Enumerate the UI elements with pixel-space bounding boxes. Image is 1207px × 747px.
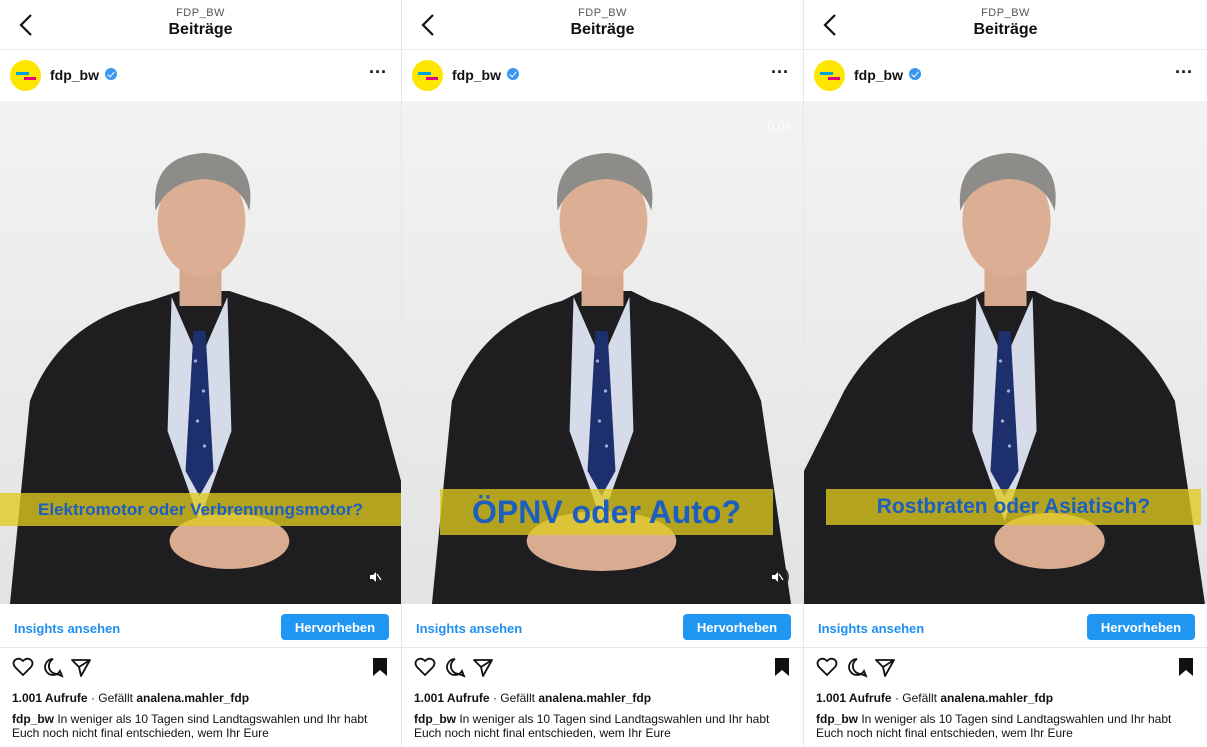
account-subtitle: FDP_BW xyxy=(981,7,1030,19)
caption-overlay: Elektromotor oder Verbrennungsmotor? xyxy=(0,493,401,526)
stats-line: 1.001 Aufrufe · Gefällt analena.mahler_f… xyxy=(816,691,1053,705)
more-options-icon[interactable]: ··· xyxy=(771,62,789,83)
page-title: Beiträge xyxy=(168,21,233,38)
verified-badge-icon xyxy=(105,68,117,80)
views-count: 1.001 Aufrufe xyxy=(12,691,88,705)
account-handle[interactable]: fdp_bw xyxy=(452,67,501,83)
account-handle[interactable]: fdp_bw xyxy=(50,67,99,83)
more-options-icon[interactable]: ··· xyxy=(369,62,387,83)
share-icon[interactable] xyxy=(874,656,896,678)
comment-icon[interactable] xyxy=(444,656,466,678)
account-subtitle: FDP_BW xyxy=(176,7,225,19)
heart-icon[interactable] xyxy=(12,656,34,678)
share-icon[interactable] xyxy=(472,656,494,678)
insights-link[interactable]: Insights ansehen xyxy=(818,621,924,636)
caption-overlay: Rostbraten oder Asiatisch? xyxy=(826,489,1201,525)
post-caption: fdp_bw In weniger als 10 Tagen sind Land… xyxy=(12,712,392,740)
insights-link[interactable]: Insights ansehen xyxy=(416,621,522,636)
insights-bar: Insights ansehen Hervorheben xyxy=(804,604,1207,648)
highlight-button[interactable]: Hervorheben xyxy=(683,614,791,640)
video-player[interactable]: Rostbraten oder Asiatisch? xyxy=(804,101,1207,604)
liked-prefix: Gefällt xyxy=(500,691,535,705)
post-caption: fdp_bw In weniger als 10 Tagen sind Land… xyxy=(414,712,794,740)
avatar[interactable] xyxy=(412,60,443,91)
caption-text: In weniger als 10 Tagen sind Landtagswah… xyxy=(414,712,770,740)
bookmark-icon[interactable] xyxy=(369,656,387,678)
verified-badge-icon xyxy=(909,68,921,80)
separator: · xyxy=(894,691,899,705)
video-timer: 0:06 xyxy=(767,119,791,133)
liked-by[interactable]: analena.mahler_fdp xyxy=(538,691,651,705)
insights-link[interactable]: Insights ansehen xyxy=(14,621,120,636)
page-title: Beiträge xyxy=(973,21,1038,38)
avatar[interactable] xyxy=(814,60,845,91)
more-options-icon[interactable]: ··· xyxy=(1175,62,1193,83)
post-header: fdp_bw ··· xyxy=(402,50,803,100)
avatar[interactable] xyxy=(10,60,41,91)
insights-bar: Insights ansehen Hervorheben xyxy=(0,604,401,648)
page-title: Beiträge xyxy=(570,21,635,38)
top-bar: FDP_BW Beiträge xyxy=(402,0,803,50)
caption-text: In weniger als 10 Tagen sind Landtagswah… xyxy=(816,712,1172,740)
comment-icon[interactable] xyxy=(846,656,868,678)
share-icon[interactable] xyxy=(70,656,92,678)
top-bar: FDP_BW Beiträge xyxy=(0,0,401,50)
post-header: fdp_bw ··· xyxy=(804,50,1207,100)
screens-row: FDP_BW Beiträge fdp_bw ··· Elektromotor … xyxy=(0,0,1207,747)
bookmark-icon[interactable] xyxy=(1175,656,1193,678)
caption-user[interactable]: fdp_bw xyxy=(816,712,858,726)
account-handle[interactable]: fdp_bw xyxy=(854,67,903,83)
action-bar xyxy=(0,652,401,684)
caption-user[interactable]: fdp_bw xyxy=(12,712,54,726)
highlight-button[interactable]: Hervorheben xyxy=(1087,614,1195,640)
video-player[interactable]: 0:06 ÖPNV oder Auto? xyxy=(402,101,803,604)
mute-icon[interactable] xyxy=(765,565,789,589)
verified-badge-icon xyxy=(507,68,519,80)
heart-icon[interactable] xyxy=(414,656,436,678)
separator: · xyxy=(492,691,497,705)
caption-overlay: ÖPNV oder Auto? xyxy=(440,489,773,535)
video-frame xyxy=(9,153,401,604)
caption-text: In weniger als 10 Tagen sind Landtagswah… xyxy=(12,712,368,740)
post-screen-1: FDP_BW Beiträge fdp_bw ··· Elektromotor … xyxy=(0,0,402,747)
account-subtitle: FDP_BW xyxy=(578,7,627,19)
separator: · xyxy=(90,691,95,705)
caption-user[interactable]: fdp_bw xyxy=(414,712,456,726)
post-screen-3: FDP_BW Beiträge fdp_bw ··· Rostbraten od… xyxy=(804,0,1207,747)
views-count: 1.001 Aufrufe xyxy=(816,691,892,705)
video-frame xyxy=(804,153,1205,604)
mute-icon[interactable] xyxy=(363,565,387,589)
views-count: 1.001 Aufrufe xyxy=(414,691,490,705)
post-header: fdp_bw ··· xyxy=(0,50,401,100)
highlight-button[interactable]: Hervorheben xyxy=(281,614,389,640)
bookmark-icon[interactable] xyxy=(771,656,789,678)
liked-prefix: Gefällt xyxy=(902,691,937,705)
stats-line: 1.001 Aufrufe · Gefällt analena.mahler_f… xyxy=(414,691,651,705)
post-screen-2: FDP_BW Beiträge fdp_bw ··· 0:06 ÖPNV ode… xyxy=(402,0,804,747)
action-bar xyxy=(804,652,1207,684)
liked-prefix: Gefällt xyxy=(98,691,133,705)
action-bar xyxy=(402,652,803,684)
stats-line: 1.001 Aufrufe · Gefällt analena.mahler_f… xyxy=(12,691,249,705)
liked-by[interactable]: analena.mahler_fdp xyxy=(940,691,1053,705)
top-bar: FDP_BW Beiträge xyxy=(804,0,1207,50)
insights-bar: Insights ansehen Hervorheben xyxy=(402,604,803,648)
video-player[interactable]: Elektromotor oder Verbrennungsmotor? xyxy=(0,101,401,604)
comment-icon[interactable] xyxy=(42,656,64,678)
post-caption: fdp_bw In weniger als 10 Tagen sind Land… xyxy=(816,712,1196,740)
heart-icon[interactable] xyxy=(816,656,838,678)
liked-by[interactable]: analena.mahler_fdp xyxy=(136,691,249,705)
